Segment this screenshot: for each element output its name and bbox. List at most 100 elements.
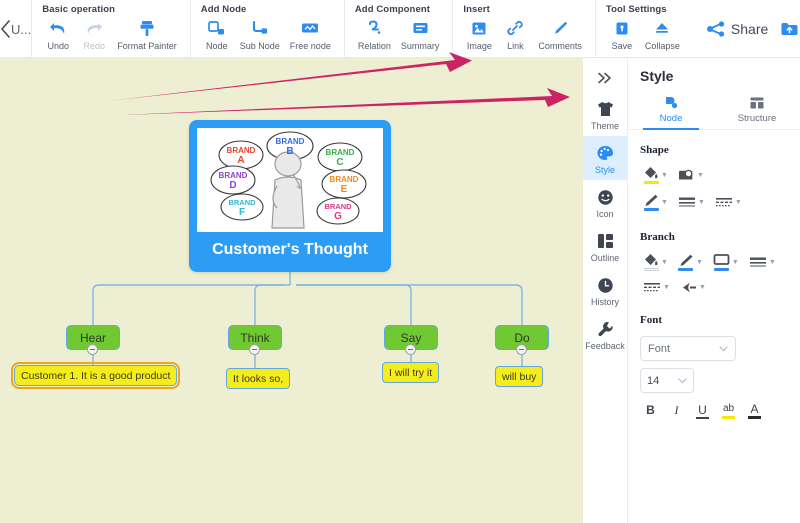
shape-fill-color-button[interactable]: ▼ xyxy=(640,164,671,186)
branch-tool-row-2: ▼ ▼ xyxy=(628,277,800,300)
chevron-down-icon: ▼ xyxy=(661,199,668,206)
root-node[interactable]: BRAND A BRAND B BRAND C BRAND D BRAND E BRAND… xyxy=(189,120,391,272)
insert-link-button[interactable]: Link xyxy=(498,16,532,51)
format-painter-button[interactable]: Format Painter xyxy=(113,16,181,51)
svg-text:G: G xyxy=(334,211,342,222)
collapse-toggle-hear[interactable] xyxy=(87,344,98,355)
shape-line-dash-button[interactable]: ▼ xyxy=(712,194,745,211)
collapse-toggle-do[interactable] xyxy=(516,344,527,355)
tab-node[interactable]: Node xyxy=(628,90,714,130)
save-button[interactable]: Save xyxy=(605,16,639,51)
leaf-node-do[interactable]: will buy xyxy=(495,366,544,387)
sub-node-icon xyxy=(251,18,268,38)
paintbrush-icon xyxy=(139,18,155,38)
root-node-image: BRAND A BRAND B BRAND C BRAND D BRAND E BRAND… xyxy=(197,128,383,232)
mindmap-canvas[interactable]: BRAND A BRAND B BRAND C BRAND D BRAND E BRAND… xyxy=(0,58,583,523)
shape-line-weight-button[interactable]: ▼ xyxy=(675,194,708,211)
redo-button[interactable]: Redo xyxy=(77,16,111,51)
leaf-node-label: I will try it xyxy=(389,366,433,379)
highlight-label: ab xyxy=(722,403,735,414)
collapse-toggle-say[interactable] xyxy=(405,344,416,355)
font-format-row: B I U ab A xyxy=(628,393,800,419)
export-folder-icon xyxy=(781,23,798,35)
shape-border-color-button[interactable]: ▼ xyxy=(640,192,671,213)
toolbar-group-add-component: Add Component Relation Summary xyxy=(345,0,454,58)
comment-pen-icon xyxy=(552,18,569,38)
group-title: Insert xyxy=(463,4,490,15)
free-node-icon xyxy=(301,18,319,38)
redo-arrow-icon xyxy=(85,18,103,38)
share-nodes-icon xyxy=(706,21,725,37)
font-size-select[interactable]: 14 xyxy=(640,368,694,393)
chevron-down-icon xyxy=(719,345,728,351)
branch-fill-color-button[interactable]: ▼ xyxy=(640,251,671,273)
collapse-toggle-think[interactable] xyxy=(249,344,260,355)
font-size-value: 14 xyxy=(647,374,660,387)
node-shape-icon xyxy=(663,94,679,111)
collapse-up-icon xyxy=(654,18,670,38)
document-title[interactable]: U... xyxy=(11,0,33,58)
add-node-button[interactable]: Node xyxy=(200,16,234,51)
chevron-down-icon xyxy=(678,377,687,383)
insert-comments-button[interactable]: Comments xyxy=(534,16,586,51)
sidebar-item-theme[interactable]: Theme xyxy=(583,92,628,136)
branch-line-dash-button[interactable]: ▼ xyxy=(640,279,673,296)
svg-text:D: D xyxy=(229,180,236,191)
font-family-value: Font xyxy=(648,342,671,355)
sidebar-label: History xyxy=(590,297,619,307)
add-summary-button[interactable]: Summary xyxy=(397,16,444,51)
insert-image-button[interactable]: Image xyxy=(462,16,496,51)
add-sub-node-button[interactable]: Sub Node xyxy=(236,16,284,51)
right-style-panel: Theme Style Icon Outline History Feedbac… xyxy=(582,58,800,523)
svg-text:BRAND: BRAND xyxy=(219,171,248,180)
insert-link-label: Link xyxy=(507,41,524,51)
back-button[interactable] xyxy=(0,0,11,58)
bold-button[interactable]: B xyxy=(644,404,657,419)
italic-button[interactable]: I xyxy=(670,404,683,419)
branch-line-color-button[interactable]: ▼ xyxy=(675,252,706,273)
share-label: Share xyxy=(730,21,769,37)
leaf-node-think[interactable]: It looks so, xyxy=(226,368,291,389)
expand-panel-button[interactable] xyxy=(583,64,627,92)
shape-style-button[interactable]: ▼ xyxy=(675,166,707,184)
chevron-down-icon: ▼ xyxy=(695,258,703,266)
svg-text:B: B xyxy=(286,146,293,157)
share-button[interactable]: Share xyxy=(706,21,769,37)
sidebar-item-history[interactable]: History xyxy=(583,268,628,312)
undo-button[interactable]: Undo xyxy=(41,16,75,51)
svg-text:BRAND: BRAND xyxy=(330,175,359,184)
root-node-label: Customer's Thought xyxy=(212,241,368,258)
sidebar-item-style[interactable]: Style xyxy=(582,136,628,180)
tab-structure[interactable]: Structure xyxy=(714,90,800,129)
collapse-button[interactable]: Collapse xyxy=(641,16,684,51)
font-color-button[interactable]: A xyxy=(748,403,761,419)
svg-text:BRAND: BRAND xyxy=(324,202,352,211)
add-relation-button[interactable]: Relation xyxy=(354,16,395,51)
toolbar-group-add-node: Add Node Node Sub Node Free node xyxy=(191,0,345,58)
svg-text:BRAND: BRAND xyxy=(326,148,355,157)
toolbar-group-basic-operation: Basic operation Undo Redo Format Painter xyxy=(32,0,191,58)
format-painter-label: Format Painter xyxy=(117,41,177,51)
leaf-node-say[interactable]: I will try it xyxy=(382,362,440,383)
leaf-node-hear[interactable]: Customer 1. It is a good product xyxy=(10,362,181,389)
redo-label: Redo xyxy=(83,41,105,51)
export-button[interactable]: Export xyxy=(780,21,800,37)
branch-arrow-style-button[interactable]: ▼ xyxy=(677,279,709,296)
svg-text:C: C xyxy=(336,157,343,168)
underline-button[interactable]: U xyxy=(696,404,709,419)
highlight-button[interactable]: ab xyxy=(722,403,735,419)
font-family-select[interactable]: Font xyxy=(640,336,736,361)
sidebar-label: Style xyxy=(594,165,615,175)
svg-text:BRAND: BRAND xyxy=(276,137,305,146)
branch-line-weight-button[interactable]: ▼ xyxy=(746,254,779,271)
branch-section-title: Branch xyxy=(640,231,675,243)
branch-shape-button[interactable]: ▼ xyxy=(710,252,742,273)
image-icon xyxy=(471,18,487,38)
add-free-node-button[interactable]: Free node xyxy=(286,16,335,51)
chevron-down-icon: ▼ xyxy=(697,199,705,206)
structure-grid-icon xyxy=(749,94,765,111)
sidebar-item-icon[interactable]: Icon xyxy=(583,180,628,224)
sidebar-item-feedback[interactable]: Feedback xyxy=(583,312,628,356)
tab-structure-label: Structure xyxy=(737,113,777,124)
sidebar-item-outline[interactable]: Outline xyxy=(583,224,628,268)
